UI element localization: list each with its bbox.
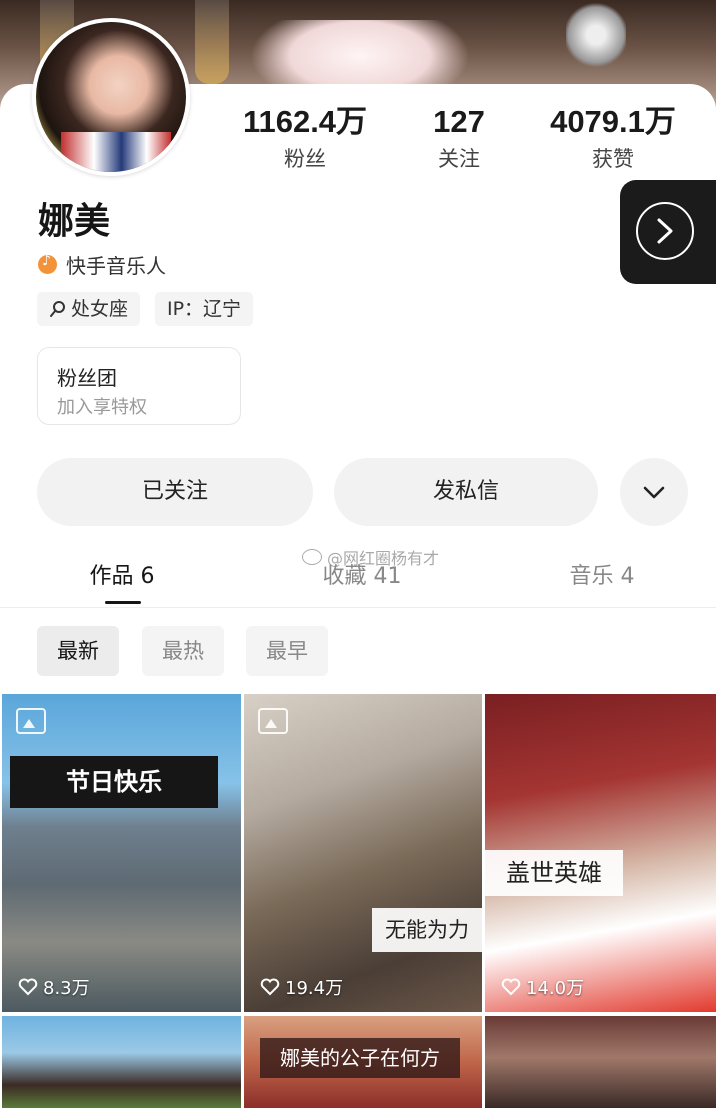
role-label: 快手音乐人 xyxy=(66,254,166,278)
tab-music[interactable]: 音乐 4 xyxy=(552,558,652,590)
post-card[interactable] xyxy=(2,1016,241,1108)
post-likes: 14.0万 xyxy=(501,974,584,1000)
heart-icon xyxy=(18,978,38,996)
profile-role[interactable]: 快手音乐人 xyxy=(38,250,166,279)
profile-name: 娜美 xyxy=(38,201,111,242)
post-card[interactable]: 娜美的公子在何方 xyxy=(244,1016,482,1108)
pearl-decor xyxy=(566,0,626,70)
chevron-down-icon xyxy=(643,486,665,499)
avatar-shirt xyxy=(61,132,171,172)
heart-icon xyxy=(260,978,280,996)
weibo-icon xyxy=(302,549,322,565)
watermark-text: @网红圈杨有才 xyxy=(327,549,440,568)
post-caption: 无能为力 xyxy=(372,908,482,952)
image-icon xyxy=(16,708,46,734)
avatar[interactable] xyxy=(32,18,190,176)
tag-zodiac: 处女座 xyxy=(37,292,141,326)
more-button[interactable] xyxy=(620,458,688,526)
stat-label: 粉丝 xyxy=(284,147,326,171)
follow-button[interactable]: 已关注 xyxy=(37,458,313,526)
glass-decor xyxy=(195,0,229,84)
tag-ip: IP：辽宁 xyxy=(155,292,254,326)
post-card[interactable]: 盖世英雄 14.0万 xyxy=(485,694,716,1012)
live-entry-button[interactable] xyxy=(620,180,716,284)
post-card[interactable]: 无能为力 19.4万 xyxy=(244,694,482,1012)
music-note-icon xyxy=(38,253,57,274)
post-caption: 娜美的公子在何方 xyxy=(260,1038,460,1078)
search-tag-icon xyxy=(50,301,65,317)
heart-icon xyxy=(501,978,521,996)
fan-club-title: 粉丝团 xyxy=(57,366,117,390)
image-icon xyxy=(258,708,288,734)
post-card[interactable]: 节日快乐 8.3万 xyxy=(2,694,241,1012)
tag-label: IP：辽宁 xyxy=(167,298,242,320)
likes-count: 14.0万 xyxy=(526,978,585,999)
message-button[interactable]: 发私信 xyxy=(334,458,598,526)
stat-label: 关注 xyxy=(438,147,480,171)
tab-works[interactable]: 作品 6 xyxy=(72,558,172,590)
stat-value: 4079.1万 xyxy=(550,104,676,139)
filter-latest[interactable]: 最新 xyxy=(37,626,119,676)
fan-club-subtitle: 加入享特权 xyxy=(57,397,147,418)
filter-hottest[interactable]: 最热 xyxy=(142,626,224,676)
filter-earliest[interactable]: 最早 xyxy=(246,626,328,676)
stat-label: 获赞 xyxy=(592,147,634,171)
active-tab-indicator xyxy=(105,601,141,604)
post-caption: 盖世英雄 xyxy=(485,850,623,896)
post-likes: 8.3万 xyxy=(18,974,90,1000)
likes-count: 8.3万 xyxy=(43,978,90,999)
stat-likes[interactable]: 4079.1万 获赞 xyxy=(528,104,698,172)
post-likes: 19.4万 xyxy=(260,974,343,1000)
post-card[interactable] xyxy=(485,1016,716,1108)
tag-label: 处女座 xyxy=(71,298,129,320)
chevron-right-icon xyxy=(657,218,673,244)
fan-club-card[interactable]: 粉丝团 加入享特权 xyxy=(37,347,241,425)
stat-value: 127 xyxy=(433,104,485,139)
stat-value: 1162.4万 xyxy=(242,104,368,139)
tab-divider xyxy=(0,607,716,608)
stat-fans[interactable]: 1162.4万 粉丝 xyxy=(220,104,390,172)
post-caption: 节日快乐 xyxy=(10,756,218,808)
watermark: @网红圈杨有才 xyxy=(302,545,439,569)
likes-count: 19.4万 xyxy=(285,978,344,999)
stat-following[interactable]: 127 关注 xyxy=(374,104,544,172)
